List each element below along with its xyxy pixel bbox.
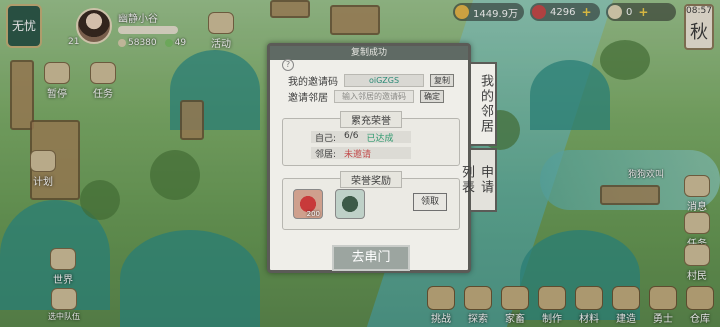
claim-button[interactable]: 领取 xyxy=(413,193,447,211)
tab-application-list[interactable]: 申请列表 xyxy=(459,148,497,212)
my-code-value: oiGZGS xyxy=(344,74,424,87)
reward-item-1[interactable]: 200 xyxy=(293,189,323,219)
visit-button[interactable]: 去串门 xyxy=(332,245,410,271)
rewards-section: 荣誉奖励 200 领取 xyxy=(282,171,460,230)
reward-count: 200 xyxy=(306,210,320,218)
confirm-button[interactable]: 确定 xyxy=(420,90,444,103)
neighbor-label: 邻居: xyxy=(315,150,337,160)
reward-item-2[interactable] xyxy=(335,189,365,219)
self-status: 已达成 xyxy=(366,134,394,144)
self-value: 6/6 xyxy=(344,131,359,141)
my-code-row: 我的邀请码 oiGZGS 复制 xyxy=(288,73,454,88)
honor-title: 累充荣誉 xyxy=(340,111,402,128)
copy-button[interactable]: 复制 xyxy=(430,74,454,87)
toast-message: 复制成功 xyxy=(270,46,468,60)
rewards-title: 荣誉奖励 xyxy=(340,171,402,188)
self-honor-row: 自己: 6/6 已达成 xyxy=(311,131,411,144)
neighbor-honor-row: 邻居: 未邀请 xyxy=(311,147,411,160)
self-label: 自己: xyxy=(315,134,337,144)
neighbor-status: 未邀请 xyxy=(344,150,372,160)
my-code-label: 我的邀请码 xyxy=(288,77,338,88)
honor-section: 累充荣誉 自己: 6/6 已达成 邻居: 未邀请 xyxy=(282,111,460,166)
invite-dialog: 复制成功 ? 我的邀请码 oiGZGS 复制 邀请邻居 输入邻居的邀请码 确定 … xyxy=(267,43,471,273)
invite-code-input[interactable]: 输入邻居的邀请码 xyxy=(334,90,414,103)
invite-row: 邀请邻居 输入邻居的邀请码 确定 xyxy=(288,89,444,104)
help-icon[interactable]: ? xyxy=(282,59,294,71)
tab-my-neighbors[interactable]: 我的邻居 xyxy=(471,62,497,146)
invite-label: 邀请邻居 xyxy=(288,93,328,104)
